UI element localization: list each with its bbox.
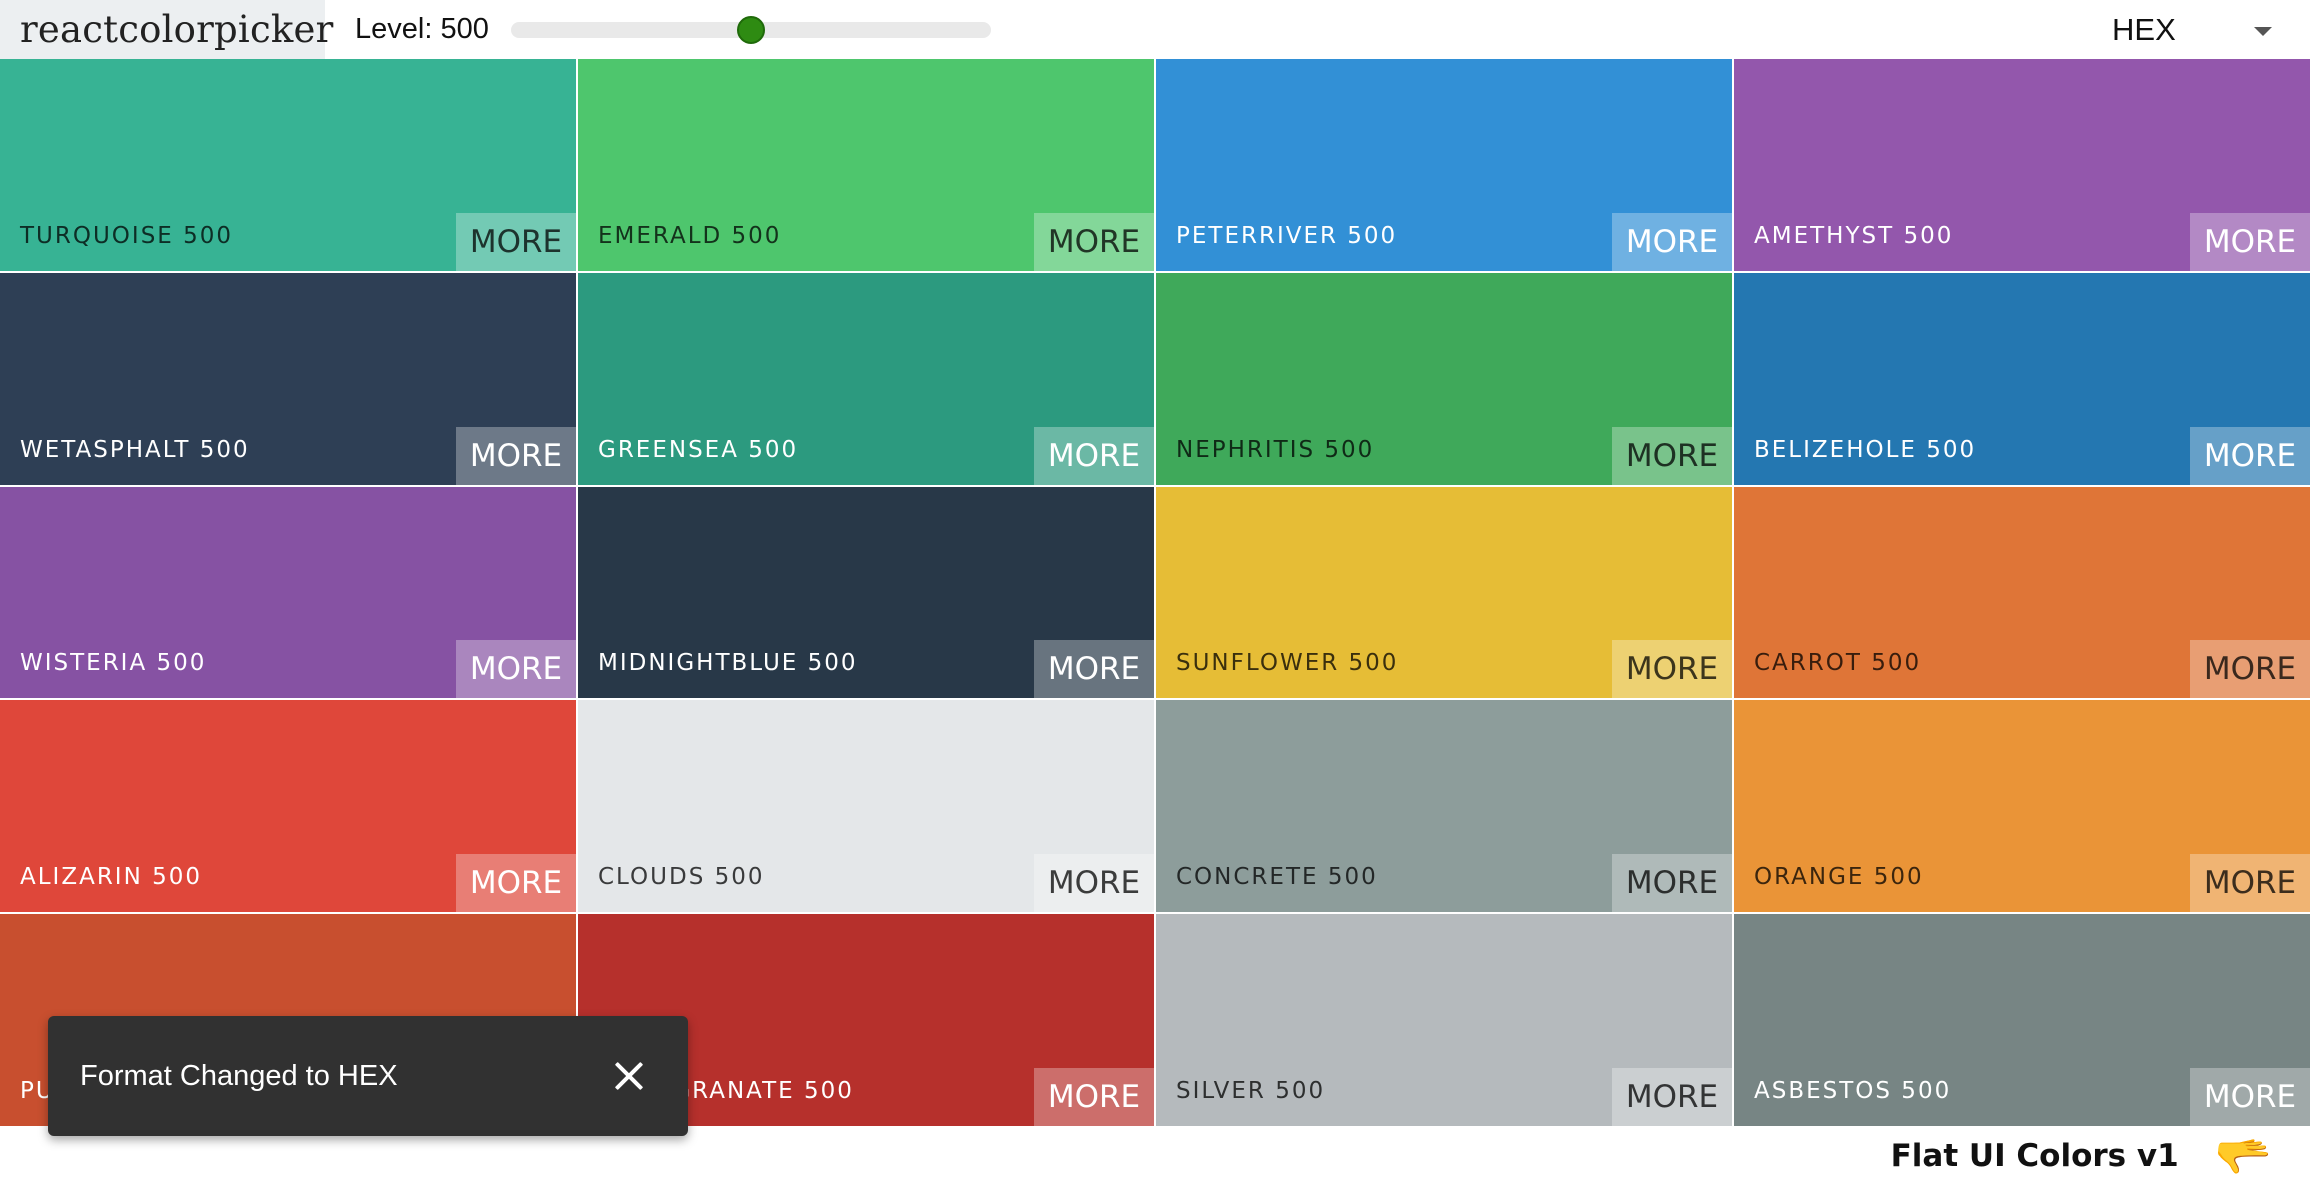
color-box[interactable]: silver 500 MORE [1156,914,1734,1128]
more-button[interactable]: MORE [456,854,576,913]
more-button[interactable]: MORE [2190,1068,2310,1126]
more-button[interactable]: MORE [2190,212,2310,271]
more-button[interactable]: MORE [1612,854,1732,913]
color-box[interactable]: sunflower 500 MORE [1156,486,1734,701]
color-box[interactable]: peterriver 500 MORE [1156,59,1734,273]
color-box[interactable]: carrot 500 MORE [1734,486,2312,701]
more-button[interactable]: MORE [2190,640,2310,699]
color-box[interactable]: belizehole 500 MORE [1734,272,2312,487]
color-box[interactable]: turquoise 500 MORE [0,59,578,273]
color-box[interactable]: emerald 500 MORE [578,59,1156,273]
color-name: turquoise 500 [20,222,234,249]
footer: Flat UI Colors v1 🫳 [0,1128,2312,1184]
color-name: asbestos 500 [1754,1078,1952,1104]
hand-emoji-icon: 🫳 [2214,1129,2272,1183]
more-button[interactable]: MORE [1034,426,1154,485]
palette-grid: turquoise 500 MORE emerald 500 MORE peterriv… [0,59,2312,1128]
more-button[interactable]: MORE [1034,640,1154,699]
snackbar: Format Changed to HEX [48,1016,688,1136]
more-button[interactable]: MORE [1612,640,1732,699]
color-name: wisteria 500 [20,650,207,677]
color-name: silver 500 [1176,1078,1326,1104]
more-button[interactable]: MORE [456,212,576,271]
color-box[interactable]: nephritis 500 MORE [1156,272,1734,487]
color-name: midnightblue 500 [598,650,858,677]
color-name: greensea 500 [598,436,799,463]
level-slider[interactable] [510,15,991,44]
color-box[interactable]: alizarin 500 MORE [0,700,578,915]
color-name: sunflower 500 [1176,650,1399,677]
color-box[interactable]: wisteria 500 MORE [0,486,578,701]
level-label: Level: 500 [355,13,489,45]
color-box[interactable]: concrete 500 MORE [1156,700,1734,915]
palette-title: Flat UI Colors v1 [1890,1138,2179,1174]
color-name: concrete 500 [1176,864,1378,891]
more-button[interactable]: MORE [2190,426,2310,485]
color-name: wetasphalt 500 [20,436,250,463]
format-select[interactable]: HEX [2112,0,2272,59]
snackbar-message: Format Changed to HEX [80,1059,398,1092]
more-button[interactable]: MORE [456,640,576,699]
color-name: amethyst 500 [1754,222,1954,249]
more-button[interactable]: MORE [1034,1068,1154,1126]
logo[interactable]: reactcolorpicker [0,0,333,59]
color-box[interactable]: greensea 500 MORE [578,272,1156,487]
color-box[interactable]: clouds 500 MORE [578,700,1156,915]
level-slider-handle[interactable] [736,15,765,44]
color-name: peterriver 500 [1176,222,1398,249]
color-box[interactable]: orange 500 MORE [1734,700,2312,915]
color-box[interactable]: midnightblue 500 MORE [578,486,1156,701]
color-name: carrot 500 [1754,650,1922,677]
more-button[interactable]: MORE [1034,212,1154,271]
close-icon[interactable] [614,1061,644,1091]
format-select-value: HEX [2112,11,2176,47]
color-box[interactable]: wetasphalt 500 MORE [0,272,578,487]
color-name: nephritis 500 [1176,436,1375,463]
more-button[interactable]: MORE [1034,854,1154,913]
more-button[interactable]: MORE [456,426,576,485]
color-name: emerald 500 [598,222,782,249]
color-box[interactable]: asbestos 500 MORE [1734,914,2312,1128]
more-button[interactable]: MORE [1612,1068,1732,1126]
more-button[interactable]: MORE [2190,854,2310,913]
chevron-down-icon [2254,27,2272,36]
color-name: alizarin 500 [20,864,203,891]
navbar: reactcolorpicker Level: 500 HEX [0,0,2312,59]
color-box[interactable]: amethyst 500 MORE [1734,59,2312,273]
more-button[interactable]: MORE [1612,212,1732,271]
color-name: clouds 500 [598,864,765,891]
color-name: orange 500 [1754,864,1924,891]
more-button[interactable]: MORE [1612,426,1732,485]
color-name: belizehole 500 [1754,436,1977,463]
